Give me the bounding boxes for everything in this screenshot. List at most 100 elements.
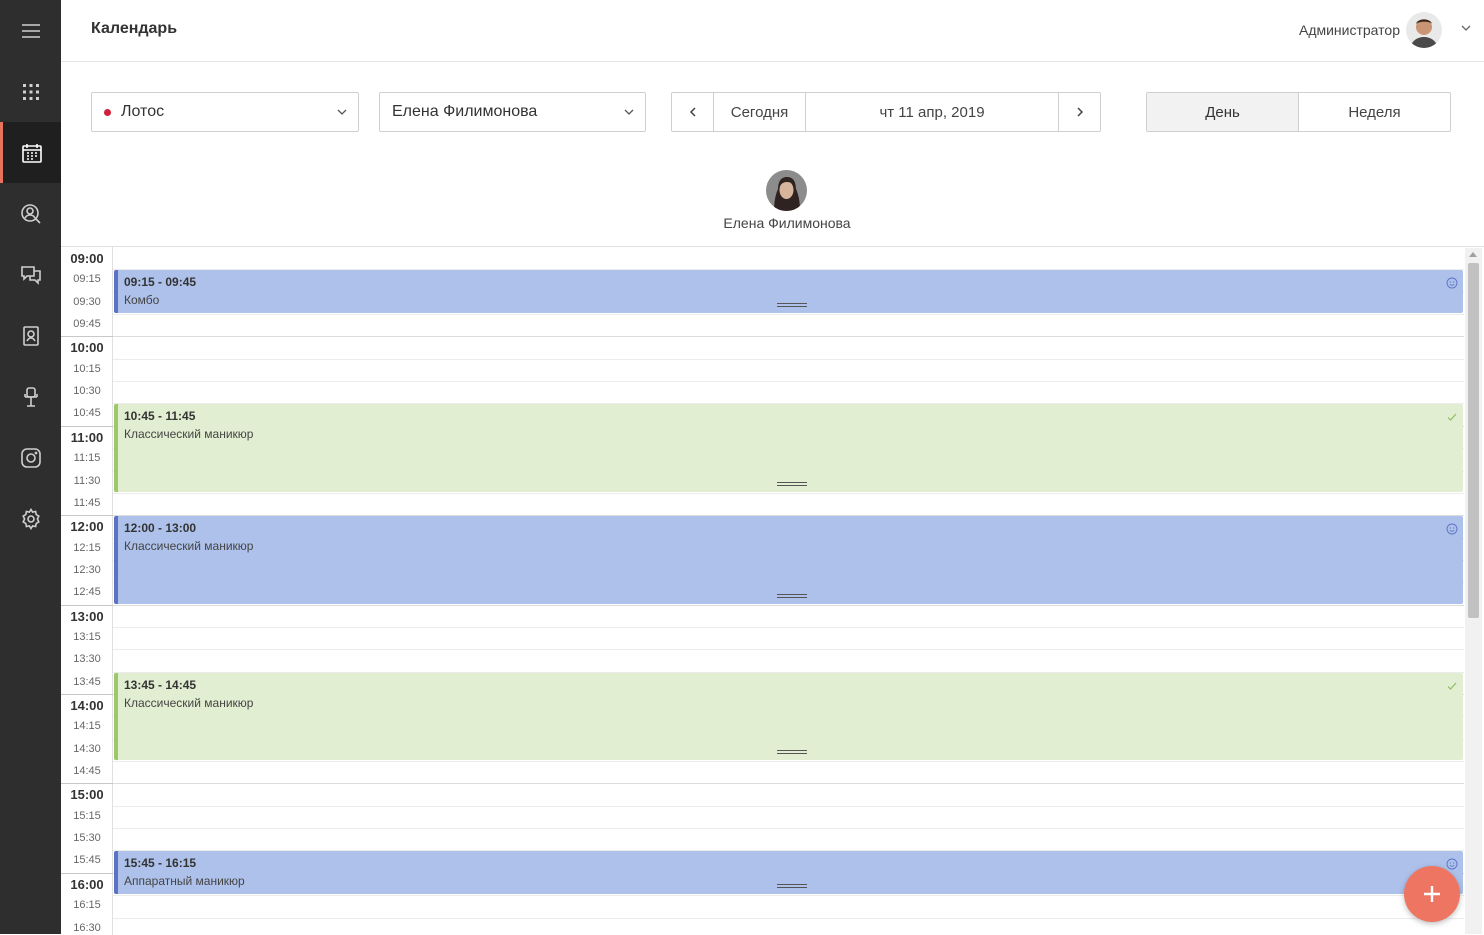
user-avatar[interactable] [1406, 12, 1442, 48]
grid-line [113, 917, 1464, 919]
grid-line [113, 805, 1464, 807]
staff-select-value: Елена Филимонова [392, 103, 538, 120]
hour-divider [61, 425, 113, 427]
appointment-time: 13:45 - 14:45 [124, 677, 197, 692]
staff-select[interactable]: Елена Филимонова [379, 92, 646, 132]
prev-day-button[interactable] [672, 93, 714, 131]
sidebar-item-settings[interactable] [0, 488, 61, 549]
resize-handle[interactable] [777, 750, 807, 755]
time-label: 14:30 [73, 742, 101, 755]
check-icon [1446, 410, 1458, 422]
sidebar-item-apps[interactable] [0, 61, 61, 122]
sidebar-item-workplace[interactable] [0, 366, 61, 427]
gear-icon [21, 507, 40, 530]
appointment-card[interactable]: 12:00 - 13:00 Классический маникюр [114, 516, 1463, 604]
clients-search-icon [20, 203, 41, 224]
apps-grid-icon [22, 83, 39, 100]
appointment-service: Аппаратный маникюр [124, 874, 245, 889]
hamburger-menu-icon [21, 23, 40, 38]
salon-select[interactable]: Лотос [91, 92, 359, 132]
chevron-left-icon [689, 107, 696, 117]
time-label: 15:00 [70, 787, 104, 803]
page-title: Календарь [91, 20, 178, 37]
grid-line [113, 649, 1464, 651]
time-label: 15:15 [73, 809, 101, 822]
sidebar [0, 0, 61, 934]
grid-line [113, 381, 1464, 383]
appointment-card[interactable]: 13:45 - 14:45 Классический маникюр [114, 672, 1463, 761]
time-label: 09:45 [73, 318, 101, 331]
time-label: 14:00 [70, 698, 104, 713]
time-label: 15:45 [73, 854, 101, 867]
appointment-card[interactable]: 09:15 - 09:45 Комбо [114, 270, 1463, 314]
time-label: 12:00 [70, 519, 104, 535]
smiley-icon [1446, 857, 1458, 870]
view-week-button[interactable]: Неделя [1299, 93, 1450, 131]
date-picker[interactable]: чт 11 апр, 2019 [806, 93, 1059, 131]
vertical-scrollbar[interactable] [1465, 248, 1482, 934]
time-label: 14:15 [73, 720, 101, 733]
view-day-button[interactable]: День [1147, 93, 1299, 131]
resize-handle[interactable] [777, 303, 807, 308]
resize-handle[interactable] [777, 481, 807, 486]
chevron-right-icon [1076, 107, 1083, 117]
time-label: 13:00 [70, 608, 104, 624]
salon-status-dot [104, 108, 111, 116]
grid-line [113, 828, 1464, 830]
schedule-grid[interactable]: 09:15 - 09:45 Комбо 10:45 - 11:45 Классичес… [113, 247, 1464, 935]
time-label: 10:15 [73, 362, 101, 375]
time-label: 12:45 [73, 586, 101, 599]
time-label: 12:15 [73, 541, 101, 554]
today-button[interactable]: Сегодня [714, 93, 806, 131]
grid-line [113, 336, 1464, 338]
appointment-card[interactable]: 10:45 - 11:45 Классический маникюр [114, 404, 1463, 492]
hour-divider [61, 515, 113, 517]
sidebar-item-staff[interactable] [0, 305, 61, 366]
appointment-time: 12:00 - 13:00 [124, 521, 197, 536]
scroll-up-arrow[interactable] [1469, 252, 1477, 257]
sidebar-item-chat[interactable] [0, 244, 61, 305]
appointment-service: Классический маникюр [124, 427, 254, 442]
resize-handle[interactable] [777, 884, 807, 889]
sidebar-item-calendar[interactable] [0, 122, 61, 183]
hour-divider [61, 694, 113, 695]
plus-icon [1424, 886, 1440, 902]
smiley-icon [1446, 276, 1458, 289]
chat-icon [20, 265, 41, 285]
time-label: 13:45 [73, 675, 101, 688]
add-appointment-button[interactable] [1404, 866, 1460, 922]
time-label: 15:30 [73, 832, 101, 845]
time-label: 10:30 [73, 385, 101, 398]
next-day-button[interactable] [1059, 93, 1100, 131]
calendar-icon [22, 143, 42, 163]
time-label: 13:30 [73, 653, 101, 666]
time-label: 09:30 [73, 295, 101, 308]
time-label: 16:00 [70, 876, 104, 892]
hour-divider [61, 336, 113, 338]
day-calendar: 09:00 09:15 09:30 09:45 10:00 10:15 10:30 10:45… [61, 246, 1484, 935]
time-label: 11:30 [73, 474, 101, 487]
grid-line [113, 604, 1464, 606]
appointment-time: 09:15 - 09:45 [124, 275, 197, 290]
grid-line [113, 895, 1464, 897]
chevron-down-icon[interactable] [1460, 22, 1472, 34]
grid-line [113, 314, 1464, 316]
chair-icon [23, 386, 38, 407]
time-column: 09:00 09:15 09:30 09:45 10:00 10:15 10:30 10:45… [61, 247, 113, 935]
sidebar-item-clients[interactable] [0, 183, 61, 244]
user-name[interactable]: Администратор [1299, 22, 1400, 38]
scroll-thumb[interactable] [1468, 263, 1479, 618]
appointment-service: Классический маникюр [124, 695, 254, 710]
resize-handle[interactable] [777, 593, 807, 598]
grid-line [113, 761, 1464, 763]
smiley-icon [1446, 522, 1458, 535]
sidebar-item-instagram[interactable] [0, 427, 61, 488]
hamburger-menu-button[interactable] [0, 0, 61, 61]
appointment-card[interactable]: 15:45 - 16:15 Аппаратный маникюр [114, 851, 1463, 895]
time-label: 09:15 [73, 273, 101, 286]
date-navigation: Сегодня чт 11 апр, 2019 [671, 92, 1101, 132]
time-label: 16:15 [73, 899, 101, 912]
hour-divider [61, 604, 113, 606]
time-label: 14:45 [73, 765, 101, 778]
hour-divider [61, 872, 113, 874]
